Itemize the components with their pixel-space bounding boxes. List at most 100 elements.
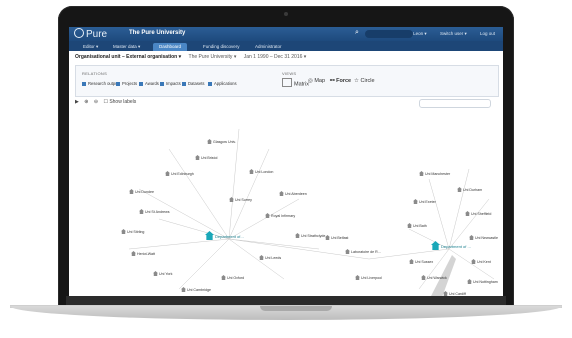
checkbox-awards[interactable]: Awards: [139, 81, 159, 86]
logout-link[interactable]: Log out: [480, 31, 495, 36]
house-icon: [259, 255, 264, 260]
house-icon: [121, 229, 126, 234]
tab-editor[interactable]: Editor ▾: [77, 43, 104, 51]
user-menu[interactable]: Leon ▾: [413, 31, 427, 36]
graph-node[interactable]: Uni Liverpool: [355, 275, 382, 280]
relations-label: RELATIONS: [82, 71, 108, 76]
force-icon: ⚯: [330, 78, 335, 84]
graph-node[interactable]: Uni Strathclyde: [295, 233, 325, 238]
graph-node[interactable]: Heriot-Watt: [131, 251, 155, 256]
graph-node[interactable]: Uni St Andrews: [139, 209, 170, 214]
house-icon: [279, 191, 284, 196]
house-icon: [229, 197, 234, 202]
checkbox-applications[interactable]: Applications: [208, 81, 237, 86]
graph-node[interactable]: Uni Aberdeen: [279, 191, 307, 196]
hub-node-right[interactable]: Department of ...: [431, 241, 471, 250]
top-bar: Pure The Pure University ⌕ Leon ▾ Switch…: [69, 27, 503, 41]
filter-panel: RELATIONS Research output Projects Award…: [75, 65, 499, 97]
graph-node[interactable]: Uni Dundee: [129, 189, 154, 194]
graph-node[interactable]: Uni Exeter: [413, 199, 436, 204]
graph-node[interactable]: Royal Infirmary: [265, 213, 295, 218]
house-icon: [465, 211, 470, 216]
graph-node[interactable]: Uni Belfast: [325, 235, 348, 240]
unit-selector[interactable]: Organisational unit – External organisat…: [75, 54, 181, 60]
period-selector[interactable]: Jan 1 1990 – Dec 31 2016 ▾: [244, 54, 307, 60]
zoom-in-icon[interactable]: ⊕: [84, 99, 88, 105]
checkbox-impacts[interactable]: Impacts: [160, 81, 181, 86]
graph-toolbar: ▶ ⊕ ⊖ ☐ Show labels: [75, 99, 144, 105]
graph-node[interactable]: Laboratoire de R...: [345, 249, 381, 254]
house-icon: [421, 275, 426, 280]
house-icon: [419, 171, 424, 176]
views-label: VIEWS: [282, 71, 297, 76]
tab-dashboard[interactable]: Dashboard: [153, 43, 188, 51]
view-circle[interactable]: ☆ Circle: [354, 78, 375, 84]
laptop-base: [10, 306, 562, 320]
graph-node[interactable]: Uni Nottingham: [467, 279, 498, 284]
show-labels-toggle[interactable]: ☐ Show labels: [103, 99, 140, 105]
star-icon: ☆: [354, 78, 359, 84]
graph-node[interactable]: Uni York: [153, 271, 172, 276]
graph-search-input[interactable]: [419, 99, 491, 108]
graph-node[interactable]: Uni Leeds: [259, 255, 281, 260]
house-icon: [265, 213, 270, 218]
house-icon: [205, 231, 214, 240]
graph-edges: [128, 128, 495, 300]
tab-funding-discovery[interactable]: Funding discovery: [197, 43, 246, 51]
graph-node[interactable]: Uni Kent: [471, 259, 491, 264]
user-links: Leon ▾ Switch user ▾ Log out: [401, 31, 495, 37]
graph-node[interactable]: Uni Warwick: [421, 275, 447, 280]
tab-administrator[interactable]: Administrator: [249, 43, 288, 51]
graph-node[interactable]: Uni Stirling: [121, 229, 144, 234]
graph-node[interactable]: Uni Bath: [407, 223, 427, 228]
checkbox-projects[interactable]: Projects: [116, 81, 137, 86]
view-matrix[interactable]: Matrix: [282, 78, 309, 88]
graph-node[interactable]: Uni Surrey: [229, 197, 252, 202]
house-icon: [469, 235, 474, 240]
graph-node[interactable]: Uni Sheffield: [465, 211, 491, 216]
university-name: The Pure University: [129, 30, 186, 36]
house-icon: [165, 171, 170, 176]
org-selector[interactable]: The Pure University ▾: [189, 54, 237, 60]
graph-node[interactable]: Uni Bristol: [195, 155, 217, 160]
switch-user-menu[interactable]: Switch user ▾: [440, 31, 467, 36]
laptop-notch: [260, 306, 332, 311]
app-screen: Pure The Pure University ⌕ Leon ▾ Switch…: [69, 27, 503, 300]
house-icon: [345, 249, 350, 254]
play-icon[interactable]: ▶: [75, 99, 79, 105]
graph-node[interactable]: Uni Edinburgh: [165, 171, 194, 176]
house-icon: [407, 223, 412, 228]
house-icon: [431, 241, 440, 250]
graph-node[interactable]: Uni Cambridge: [181, 287, 211, 292]
graph-node[interactable]: Uni Manchester: [419, 171, 450, 176]
graph-node[interactable]: Glasgow Univ.: [207, 139, 236, 144]
house-icon: [153, 271, 158, 276]
house-icon: [457, 187, 462, 192]
graph-node[interactable]: Uni Oxford: [221, 275, 244, 280]
tab-master-data[interactable]: Master data ▾: [107, 43, 146, 51]
zoom-out-icon[interactable]: ⊖: [94, 99, 98, 105]
checkbox-datasets[interactable]: Datasets: [182, 81, 205, 86]
house-icon: [249, 169, 254, 174]
house-icon: [131, 251, 136, 256]
house-icon: [207, 139, 212, 144]
logo-ring-icon: [74, 28, 84, 38]
house-icon: [295, 233, 300, 238]
graph-node[interactable]: Uni Newcastle: [469, 235, 498, 240]
house-icon: [129, 189, 134, 194]
pure-logo[interactable]: Pure: [74, 28, 107, 40]
view-map[interactable]: ◎ Map: [308, 78, 325, 84]
house-icon: [355, 275, 360, 280]
graph-node[interactable]: Uni London: [249, 169, 273, 174]
graph-node[interactable]: Uni Sussex: [409, 259, 433, 264]
force-graph[interactable]: Department of... Department of ... Glasg…: [69, 109, 503, 300]
graph-node[interactable]: Uni Durham: [457, 187, 482, 192]
view-force[interactable]: ⚯ Force: [330, 78, 351, 84]
checkbox-research-output[interactable]: Research output: [82, 81, 119, 86]
search-icon[interactable]: ⌕: [355, 29, 359, 37]
hub-node-left[interactable]: Department of...: [205, 231, 244, 240]
house-icon: [139, 209, 144, 214]
main-tabs: Editor ▾ Master data ▾ Dashboard Funding…: [69, 41, 503, 51]
laptop-screen-bezel: Pure The Pure University ⌕ Leon ▾ Switch…: [58, 6, 514, 308]
house-icon: [471, 259, 476, 264]
